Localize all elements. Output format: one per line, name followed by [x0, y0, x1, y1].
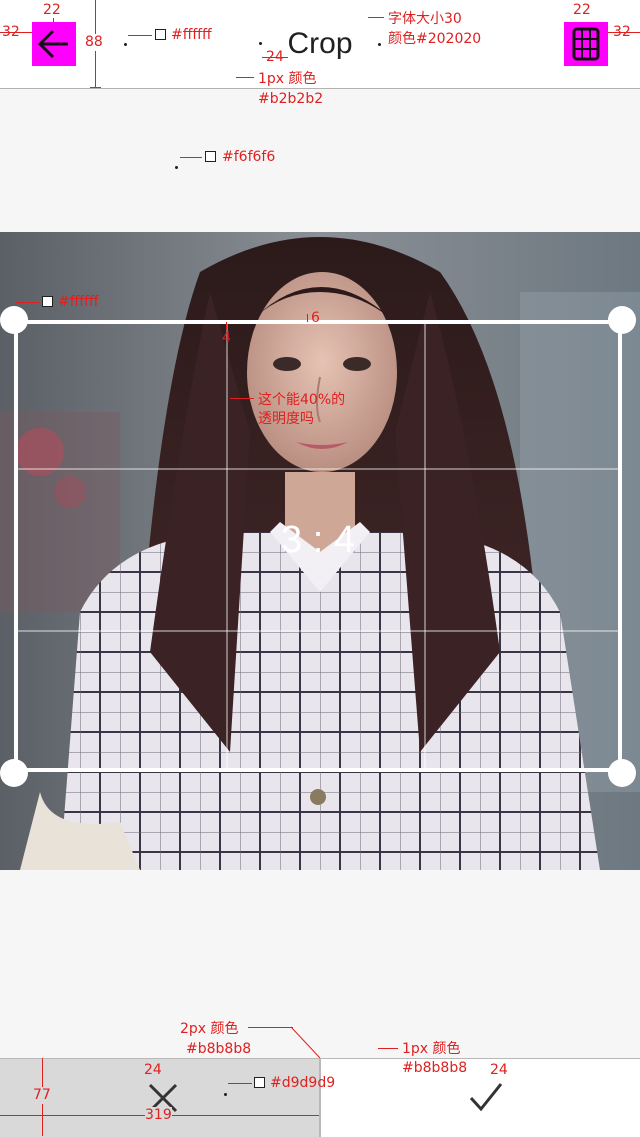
grid-icon: [572, 27, 600, 61]
annotation-bottom-divider-color: #b8b8b8: [186, 1041, 252, 1057]
annotation-bg-color: #f6f6f6: [222, 149, 276, 165]
annotation-confirm-icon-size: 24: [490, 1062, 508, 1078]
annotation-divider-color: #b2b2b2: [258, 91, 324, 107]
annotation-grid-offset: 4: [222, 330, 231, 346]
annotation-header-color: #ffffff: [171, 27, 212, 43]
annotation-title-spacing: 24: [266, 49, 284, 65]
annotation-line: [307, 314, 308, 322]
annotation-opacity-question-1: 这个能40%的: [258, 392, 346, 408]
annotation-swatch: [205, 151, 216, 162]
annotation-title-color: 颜色#202020: [388, 31, 482, 47]
annotation-swatch: [254, 1077, 265, 1088]
annotation-cancel-bg-color: #d9d9d9: [270, 1075, 336, 1091]
annotation-line: [378, 1048, 398, 1049]
annotation-top-border-color: #b8b8b8: [402, 1060, 468, 1076]
annotation-line: [368, 17, 384, 18]
annotation-icon-size-left: 22: [43, 2, 61, 18]
grid-line-h2: [18, 630, 618, 632]
annotation-line: [248, 1027, 292, 1028]
annotation-pointer: [378, 43, 381, 46]
annotation-icon-size-right: 22: [573, 2, 591, 18]
crop-frame[interactable]: 3 : 4: [14, 320, 622, 772]
annotation-line: [128, 35, 152, 36]
annotation-divider-label: 1px 颜色: [258, 71, 317, 87]
annotation-header-height: 88: [85, 34, 103, 51]
annotation-border-width: 6: [311, 310, 320, 326]
annotation-bottom-divider-label: 2px 颜色: [180, 1021, 239, 1037]
annotation-line: [90, 87, 101, 88]
annotation-pointer: [259, 42, 262, 45]
annotation-cancel-width: 319: [145, 1107, 172, 1124]
crop-handle-bottom-right[interactable]: [608, 759, 636, 787]
annotation-line: [16, 302, 40, 303]
annotation-line: [180, 157, 202, 158]
crop-handle-top-right[interactable]: [608, 306, 636, 334]
annotation-opacity-question-2: 透明度吗: [258, 411, 314, 427]
annotation-top-border-label: 1px 颜色: [402, 1041, 461, 1057]
annotation-line: [236, 77, 254, 78]
annotation-swatch: [42, 296, 53, 307]
annotation-line: [226, 322, 227, 330]
annotation-crop-color: #ffffff: [58, 294, 99, 310]
crop-handle-bottom-left[interactable]: [0, 759, 28, 787]
checkmark-icon: [469, 1083, 503, 1112]
annotation-line: [230, 398, 254, 399]
annotation-pointer: [224, 1093, 227, 1096]
grid-line-h1: [18, 468, 618, 470]
annotation-line: [53, 18, 54, 22]
aspect-ratio-label: 3 : 4: [281, 519, 355, 561]
annotation-leader: [290, 1026, 321, 1059]
grid-toggle-button[interactable]: [564, 22, 608, 66]
annotation-cancel-icon-size: 24: [144, 1062, 162, 1078]
annotation-title-font: 字体大小30: [388, 11, 462, 27]
annotation-margin-right: 32: [613, 24, 631, 40]
crop-handle-top-left[interactable]: [0, 306, 28, 334]
annotation-margin-left: 32: [2, 24, 20, 40]
annotation-swatch: [155, 29, 166, 40]
annotation-pointer: [124, 43, 127, 46]
confirm-button[interactable]: [321, 1059, 640, 1137]
annotation-pointer: [175, 166, 178, 169]
bottom-action-bar: [0, 1058, 640, 1137]
annotation-bar-height: 77: [33, 1087, 51, 1104]
annotation-line: [228, 1083, 252, 1084]
